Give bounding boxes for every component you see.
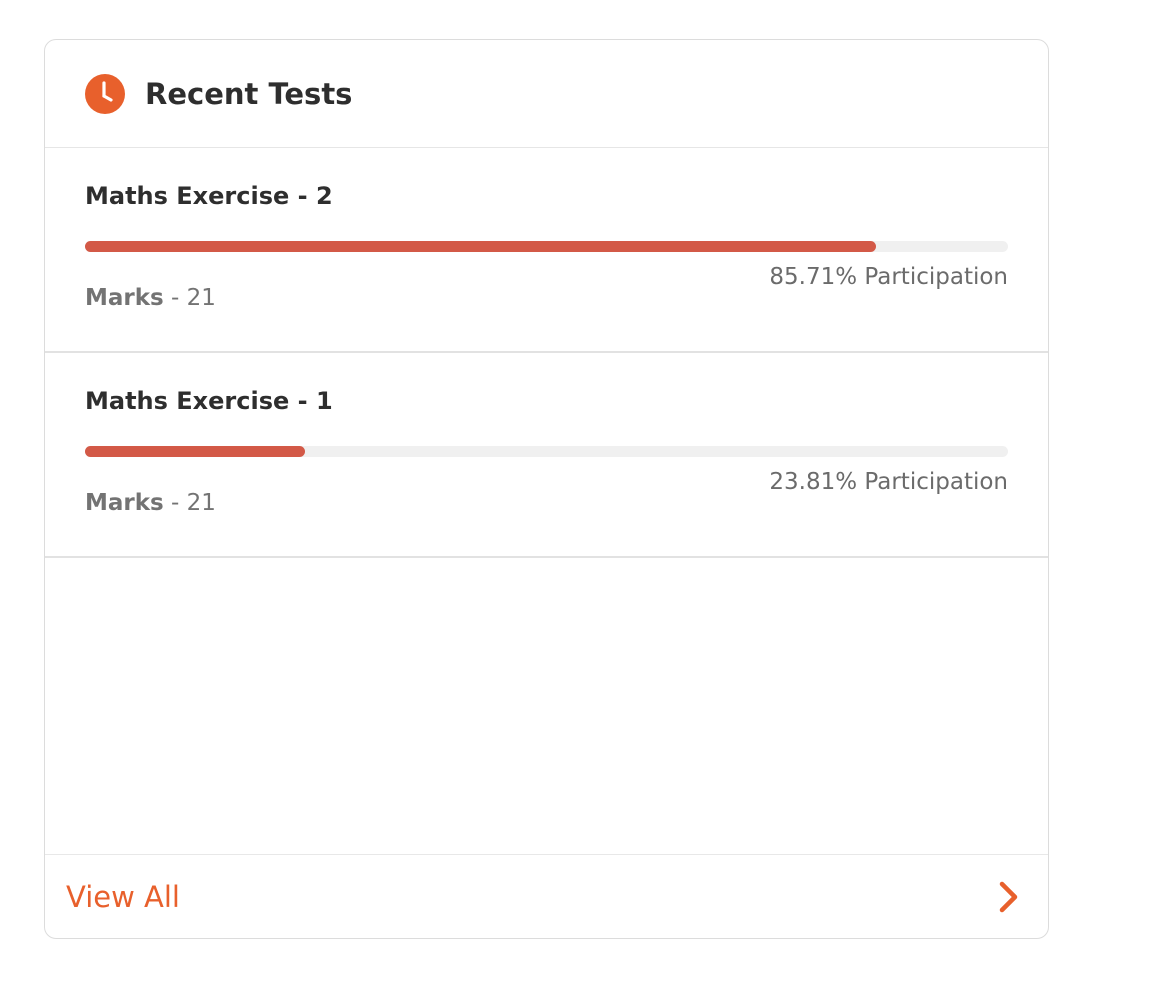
marks-label: Marks	[85, 285, 164, 311]
marks-label: Marks	[85, 490, 164, 516]
view-all-label[interactable]: View All	[66, 880, 180, 914]
participation-progress-bar	[85, 241, 1008, 252]
card-header: Recent Tests	[45, 40, 1048, 148]
recent-tests-card: Recent Tests Maths Exercise - 2 85.71% P…	[44, 39, 1049, 939]
participation-progress-fill	[85, 446, 305, 457]
chevron-right-icon[interactable]	[996, 879, 1022, 915]
test-name: Maths Exercise - 2	[85, 182, 333, 210]
marks-text: Marks - 21	[85, 285, 216, 311]
view-all-link[interactable]: View All	[45, 854, 1048, 938]
participation-text: 23.81% Participation	[769, 469, 1008, 495]
test-item[interactable]: Maths Exercise - 1 23.81% Participation …	[45, 353, 1048, 558]
marks-text: Marks - 21	[85, 490, 216, 516]
test-item[interactable]: Maths Exercise - 2 85.71% Participation …	[45, 148, 1048, 353]
marks-value: - 21	[163, 490, 216, 516]
marks-value: - 21	[163, 285, 216, 311]
participation-progress-bar	[85, 446, 1008, 457]
card-title: Recent Tests	[145, 76, 353, 111]
clock-icon	[85, 73, 125, 114]
test-name: Maths Exercise - 1	[85, 387, 333, 415]
participation-text: 85.71% Participation	[769, 264, 1008, 290]
participation-progress-fill	[85, 241, 877, 252]
